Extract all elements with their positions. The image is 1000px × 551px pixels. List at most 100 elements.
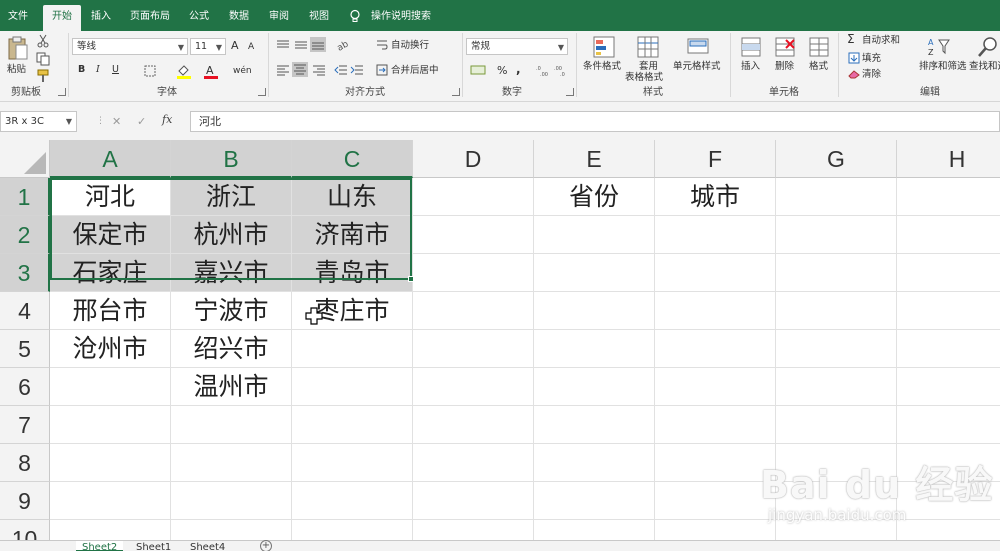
cell-h5[interactable] [897,330,1000,368]
shrink-font-button[interactable]: A [248,41,254,53]
cell-g4[interactable] [776,292,897,330]
conditional-formatting-button[interactable]: 条件格式 [580,33,626,85]
cell-d7[interactable] [413,406,534,444]
sheet-tab-sheet1[interactable]: Sheet1 [130,541,177,551]
cell-g8[interactable] [776,444,897,482]
row-header-6[interactable]: 6 [0,368,50,406]
row-header-10[interactable]: 10 [0,520,50,540]
row-header-2[interactable]: 2 [0,216,50,254]
cell-h2[interactable] [897,216,1000,254]
cell-a6[interactable] [50,368,171,406]
format-cells-button[interactable]: 格式 [804,33,832,85]
bold-button[interactable]: B [78,64,85,76]
column-header-g[interactable]: G [776,140,897,178]
tab-insert[interactable]: 插入 [84,5,118,31]
cell-h7[interactable] [897,406,1000,444]
autosum-button[interactable]: 自动求和 [862,35,900,47]
cell-d9[interactable] [413,482,534,520]
tab-formulas[interactable]: 公式 [182,5,216,31]
row-header-9[interactable]: 9 [0,482,50,520]
align-center-icon[interactable] [292,62,308,77]
row-header-5[interactable]: 5 [0,330,50,368]
cell-f6[interactable] [655,368,776,406]
cell-b3[interactable]: 嘉兴市 [171,254,292,292]
cell-b6[interactable]: 温州市 [171,368,292,406]
cell-c2[interactable]: 济南市 [292,216,413,254]
font-name-combo[interactable]: 等线 ▼ [72,38,188,55]
fill-color-icon[interactable] [176,63,192,79]
cut-icon[interactable] [36,34,50,48]
merge-center-button[interactable]: 合并后居中 [391,65,439,77]
paste-button[interactable]: 粘贴 [4,33,30,83]
cell-g2[interactable] [776,216,897,254]
cell-d6[interactable] [413,368,534,406]
cell-d4[interactable] [413,292,534,330]
cell-g5[interactable] [776,330,897,368]
cell-e10[interactable] [534,520,655,540]
cell-h4[interactable] [897,292,1000,330]
cell-b4[interactable]: 宁波市 [171,292,292,330]
cell-g10[interactable] [776,520,897,540]
sort-filter-button[interactable]: AZ 排序和筛选 [916,33,967,85]
cell-b1[interactable]: 浙江 [171,178,292,216]
row-header-7[interactable]: 7 [0,406,50,444]
tab-view[interactable]: 视图 [302,5,336,31]
cell-e5[interactable] [534,330,655,368]
tab-file[interactable]: 文件 [0,5,36,31]
number-launcher[interactable] [566,88,574,96]
cell-h10[interactable] [897,520,1000,540]
wrap-text-icon[interactable] [376,39,388,51]
fill-button[interactable]: 填充 [862,53,881,65]
format-painter-icon[interactable] [36,69,50,83]
alignment-launcher[interactable] [452,88,460,96]
cancel-entry-icon[interactable]: ✕ [112,115,121,128]
row-header-3[interactable]: 3 [0,254,50,292]
cell-h8[interactable] [897,444,1000,482]
cell-f8[interactable] [655,444,776,482]
italic-button[interactable]: I [96,64,100,76]
cell-f9[interactable] [655,482,776,520]
accounting-format-icon[interactable] [470,64,486,76]
tab-page-layout[interactable]: 页面布局 [124,5,176,31]
cell-a2[interactable]: 保定市 [50,216,171,254]
cell-e6[interactable] [534,368,655,406]
sheet-tab-sheet2[interactable]: Sheet2 [76,541,124,551]
align-left-icon[interactable] [276,64,290,76]
cell-h3[interactable] [897,254,1000,292]
font-color-icon[interactable]: A [204,63,218,79]
cell-d3[interactable] [413,254,534,292]
orientation-icon[interactable]: ab [336,38,354,52]
column-header-c[interactable]: C [292,140,413,178]
cell-c8[interactable] [292,444,413,482]
add-sheet-button[interactable]: + [260,540,272,551]
font-size-combo[interactable]: 11 ▼ [190,38,226,55]
clear-button[interactable]: 清除 [862,69,881,81]
cell-e7[interactable] [534,406,655,444]
worksheet-grid[interactable]: ABCDEFGH 1 2 3 4 5 6 7 8 9 10 河北 浙江 山东 省份 城市 保定市 杭州市 济南市… [0,140,1000,540]
cell-a9[interactable] [50,482,171,520]
cell-c1[interactable]: 山东 [292,178,413,216]
confirm-entry-icon[interactable]: ✓ [137,115,146,128]
cell-f1[interactable]: 城市 [655,178,776,216]
copy-icon[interactable] [36,52,50,66]
cell-g3[interactable] [776,254,897,292]
align-right-icon[interactable] [312,64,326,76]
insert-function-button[interactable]: fx [162,113,172,126]
column-header-b[interactable]: B [171,140,292,178]
column-header-f[interactable]: F [655,140,776,178]
cell-e1[interactable]: 省份 [534,178,655,216]
borders-icon[interactable] [144,65,156,77]
format-as-table-button[interactable]: 套用 表格格式 [625,33,668,85]
cell-b8[interactable] [171,444,292,482]
decrease-indent-icon[interactable] [334,64,348,76]
insert-cells-button[interactable]: 插入 [736,33,764,85]
comma-button[interactable]: , [516,63,521,75]
grow-font-button[interactable]: A [231,40,239,52]
cell-styles-button[interactable]: 单元格样式 [670,33,724,85]
cell-b5[interactable]: 绍兴市 [171,330,292,368]
column-header-a[interactable]: A [50,140,171,178]
wrap-text-button[interactable]: 自动换行 [391,40,429,52]
row-header-4[interactable]: 4 [0,292,50,330]
cell-d8[interactable] [413,444,534,482]
tab-review[interactable]: 审阅 [262,5,296,31]
